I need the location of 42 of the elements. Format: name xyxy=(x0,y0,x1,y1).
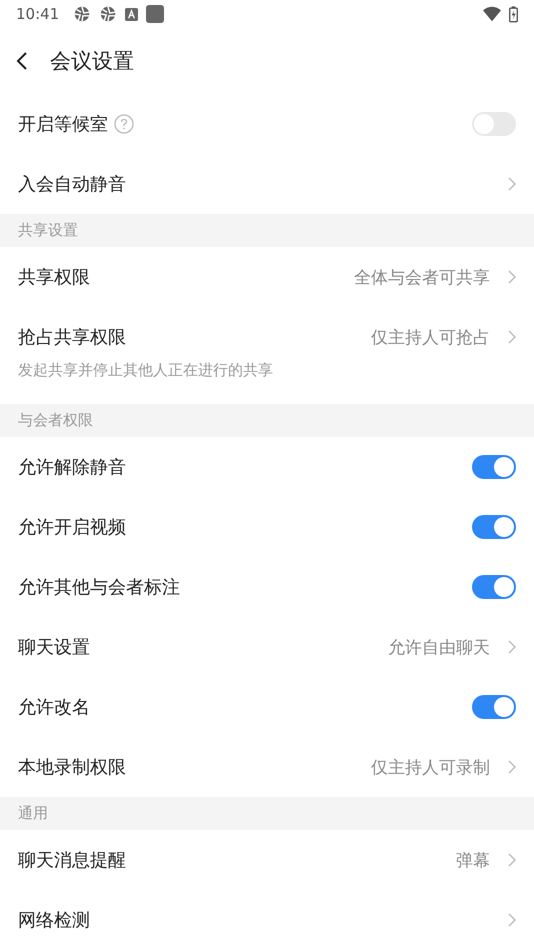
setting-value: 仅主持人可录制 xyxy=(371,756,490,778)
setting-label: 网络检测 xyxy=(18,909,90,932)
chevron-icon[interactable] xyxy=(508,853,516,867)
status-time: 10:41 xyxy=(16,5,60,23)
chevron-icon[interactable] xyxy=(508,760,516,774)
aperture-icon xyxy=(99,5,118,23)
battery-icon xyxy=(509,6,518,22)
setting-value: 允许自由聊天 xyxy=(388,636,490,658)
page-title: 会议设置 xyxy=(50,48,134,75)
setting-label: 允许解除静音 xyxy=(18,456,126,479)
setting-label: 入会自动静音 xyxy=(18,173,126,196)
app-icon xyxy=(125,8,138,20)
setting-label: 共享权限 xyxy=(18,266,90,289)
setting-value: 仅主持人可抢占 xyxy=(371,326,490,348)
section-header: 通用 xyxy=(0,797,534,830)
setting-label: 允许改名 xyxy=(18,696,90,719)
wifi-icon xyxy=(483,5,501,23)
setting-note: 发起共享并停止其他人正在进行的共享 xyxy=(17,361,274,381)
setting-label: 聊天设置 xyxy=(18,636,90,659)
chevron-icon[interactable] xyxy=(508,177,516,191)
setting-label: 聊天消息提醒 xyxy=(18,849,126,872)
setting-value: 全体与会者可共享 xyxy=(354,266,490,288)
back-icon[interactable] xyxy=(16,51,28,71)
setting-label: 抢占共享权限 xyxy=(18,326,126,349)
section-header: 与会者权限 xyxy=(0,404,534,437)
chevron-icon[interactable] xyxy=(508,330,516,344)
chevron-icon[interactable] xyxy=(508,913,516,927)
chevron-icon[interactable] xyxy=(508,270,516,284)
toggle-switch[interactable] xyxy=(472,575,516,599)
help-icon[interactable] xyxy=(114,114,134,134)
setting-label: 允许其他与会者标注 xyxy=(18,576,180,599)
toggle-switch[interactable] xyxy=(472,515,516,539)
setting-label: 开启等候室 xyxy=(18,113,108,136)
square-icon xyxy=(146,5,164,23)
setting-value: 弹幕 xyxy=(456,850,490,872)
setting-label: 允许开启视频 xyxy=(18,516,126,539)
setting-label: 本地录制权限 xyxy=(18,756,126,779)
section-header: 共享设置 xyxy=(0,214,534,247)
toggle-switch[interactable] xyxy=(472,695,516,719)
aperture-icon xyxy=(73,5,92,23)
toggle-switch[interactable] xyxy=(472,455,516,479)
chevron-icon[interactable] xyxy=(508,640,516,654)
